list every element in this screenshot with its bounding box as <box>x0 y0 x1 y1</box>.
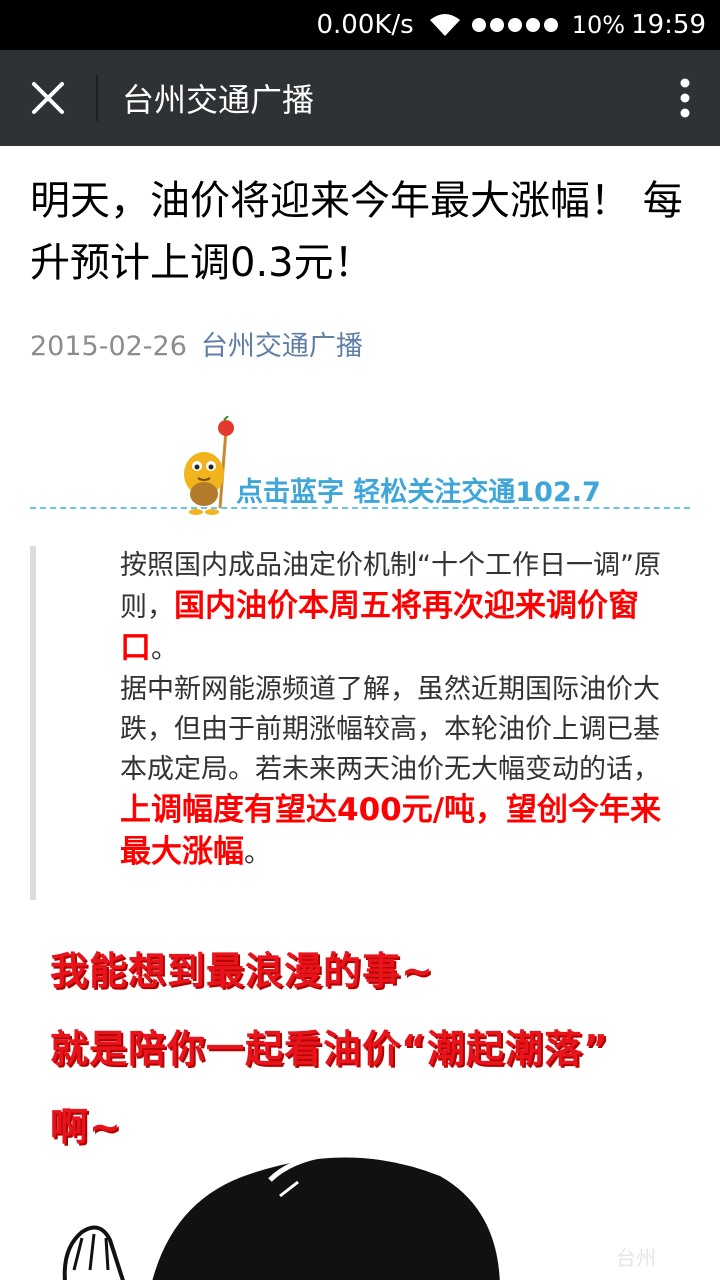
app-bar: 台州交通广播 <box>0 50 720 146</box>
more-vertical-icon <box>680 78 690 118</box>
article-content[interactable]: 明天，油价将迎来今年最大涨幅！ 每升预计上调0.3元！ 2015-02-26 台州… <box>0 146 720 1280</box>
article-author-link[interactable]: 台州交通广播 <box>201 331 363 362</box>
quote-p2-end: 。 <box>244 838 271 869</box>
signal-icon <box>471 18 558 32</box>
clock: 19:59 <box>631 10 706 40</box>
comic-line-2: 就是陪你一起看油价“潮起潮落” <box>50 1027 609 1071</box>
app-bar-divider <box>96 75 98 121</box>
quote-p2-text: 据中新网能源频道了解，虽然近期国际油价大跌，但由于前期涨幅较高，本轮油价上调已基… <box>120 674 660 785</box>
network-speed: 0.00K/s <box>316 10 414 40</box>
article-quote: 按照国内成品油定价机制“十个工作日一调”原则，国内油价本周五将再次迎来调价窗口。… <box>30 546 690 900</box>
article-date: 2015-02-26 <box>30 331 187 362</box>
quote-paragraph-1: 按照国内成品油定价机制“十个工作日一调”原则，国内油价本周五将再次迎来调价窗口。 <box>58 546 684 670</box>
article-meta: 2015-02-26 台州交通广播 <box>30 324 363 363</box>
status-bar: 0.00K/s 10% 19:59 <box>0 0 720 50</box>
quote-p1-end: 。 <box>151 634 178 665</box>
quote-p2-highlight: 上调幅度有望达400元/吨，望创今年来最大涨幅 <box>120 792 662 870</box>
app-bar-title: 台州交通广播 <box>122 81 315 119</box>
wifi-icon <box>429 14 460 36</box>
banner-divider <box>30 507 690 509</box>
more-button[interactable] <box>650 50 720 146</box>
follow-banner[interactable]: 点击蓝字 轻松关注交通102.7 <box>30 416 690 526</box>
quote-p1-highlight: 国内油价本周五将再次迎来调价窗口 <box>120 588 639 666</box>
cartoon-girl-illustration <box>62 1151 500 1280</box>
mascot-icon <box>184 416 234 515</box>
follow-text: 点击蓝字 轻松关注交通102.7 <box>236 477 601 508</box>
close-icon <box>32 82 64 114</box>
image-watermark: 台州 <box>616 1246 656 1270</box>
article-title: 明天，油价将迎来今年最大涨幅！ 每升预计上调0.3元！ <box>30 178 683 286</box>
comic-line-1: 我能想到最浪漫的事~ <box>50 949 434 993</box>
battery-level: 10% <box>571 11 626 39</box>
comic-image[interactable]: 我能想到最浪漫的事~ 就是陪你一起看油价“潮起潮落” 啊~ 台州 <box>30 930 690 1280</box>
quote-paragraph-2: 据中新网能源频道了解，虽然近期国际油价大跌，但由于前期涨幅较高，本轮油价上调已基… <box>58 670 684 874</box>
close-button[interactable] <box>0 50 96 146</box>
